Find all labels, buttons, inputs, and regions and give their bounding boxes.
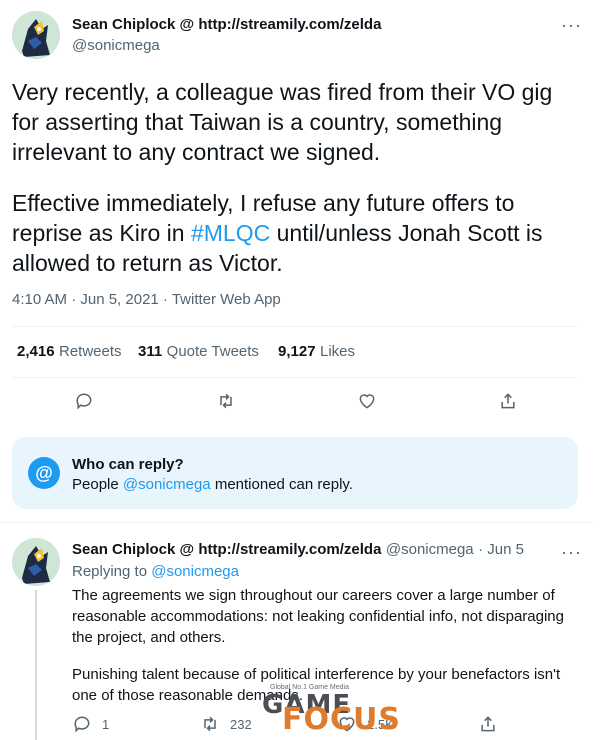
divider <box>12 377 578 378</box>
reply-icon[interactable] <box>70 712 94 736</box>
likes-count: 9,127 <box>278 343 316 360</box>
replying-to: Replying to @sonicmega <box>72 563 239 580</box>
reply-text: The agreements we sign throughout our ca… <box>72 585 564 648</box>
tweet-text-line: Effective immediately, I refuse any futu… <box>12 190 515 216</box>
like-icon[interactable] <box>355 389 379 413</box>
tweet-text-line: Very recently, a colleague was fired fro… <box>12 79 553 105</box>
divider <box>0 522 595 523</box>
watermark-word-focus: FOCUS <box>282 702 401 737</box>
retweets-count: 2,416 <box>17 343 55 360</box>
reply-text-line: Punishing talent because of political in… <box>72 666 561 683</box>
reply-count: 1 <box>102 717 110 732</box>
likes-stat[interactable]: 9,127 Likes <box>278 343 355 361</box>
mention-link[interactable]: @sonicmega <box>123 476 211 493</box>
reply-restriction-text: People @sonicmega mentioned can reply. <box>72 476 353 493</box>
author-name[interactable]: Sean Chiplock @ http://streamily.com/zel… <box>72 16 381 33</box>
tweet-text-paragraph-2: Effective immediately, I refuse any futu… <box>12 188 543 278</box>
retweet-icon[interactable] <box>214 389 238 413</box>
mention-icon: @ <box>28 457 60 489</box>
tweet-text-line: reprise as Kiro in #MLQC until/unless Jo… <box>12 218 543 248</box>
author-handle[interactable]: @sonicmega <box>72 37 160 54</box>
reply-restriction-prefix: People <box>72 476 123 493</box>
tweet-text: Very recently, a colleague was fired fro… <box>12 77 552 167</box>
reply-restriction-title: Who can reply? <box>72 456 184 473</box>
reply-author-handle[interactable]: @sonicmega <box>386 541 474 558</box>
more-options-icon[interactable]: ··· <box>561 16 582 34</box>
tweet-text-segment: reprise as Kiro in <box>12 220 191 246</box>
reply-icon[interactable] <box>72 389 96 413</box>
tweet-text-segment: until/unless Jonah Scott is <box>270 220 543 246</box>
share-icon[interactable] <box>496 389 520 413</box>
more-options-icon[interactable]: ··· <box>561 543 582 561</box>
retweet-count: 232 <box>230 717 252 732</box>
replying-to-handle[interactable]: @sonicmega <box>151 563 239 580</box>
stats-bar: 2,416 Retweets <box>17 343 122 361</box>
quotes-stat[interactable]: 311 Quote Tweets <box>138 343 259 361</box>
tweet-text-line: irrelevant to any contract we signed. <box>12 139 381 165</box>
reply-date[interactable]: · Jun 5 <box>478 541 524 558</box>
quotes-count: 311 <box>138 343 163 360</box>
tweet-text-line: for asserting that Taiwan is a country, … <box>12 109 503 135</box>
hashtag-link[interactable]: #MLQC <box>191 220 270 246</box>
reply-restriction-suffix: mentioned can reply. <box>210 476 353 493</box>
thread-line <box>35 590 37 740</box>
retweets-label: Retweets <box>59 343 122 360</box>
reply-text-line: the project, and others. <box>72 629 226 646</box>
reply-restriction-notice <box>12 437 578 509</box>
likes-label: Likes <box>320 343 356 360</box>
retweets-stat[interactable]: 2,416 Retweets <box>17 343 122 360</box>
reply-header: Sean Chiplock @ http://streamily.com/zel… <box>72 541 524 559</box>
retweet-icon[interactable] <box>198 712 222 736</box>
tweet-text-line: allowed to return as Victor. <box>12 250 283 276</box>
tweet-timestamp[interactable]: 4:10 AM · Jun 5, 2021 · Twitter Web App <box>12 291 281 308</box>
replying-to-label: Replying to <box>72 563 152 580</box>
reply-text-line: The agreements we sign throughout our ca… <box>72 587 555 604</box>
share-icon[interactable] <box>476 712 500 736</box>
divider <box>12 326 578 327</box>
reply-text-line: reasonable accommodations: not leaking c… <box>72 608 564 625</box>
author-avatar[interactable] <box>12 11 60 59</box>
quotes-label: Quote Tweets <box>166 343 259 360</box>
reply-author-name[interactable]: Sean Chiplock @ http://streamily.com/zel… <box>72 541 381 558</box>
reply-author-avatar[interactable] <box>12 538 60 586</box>
